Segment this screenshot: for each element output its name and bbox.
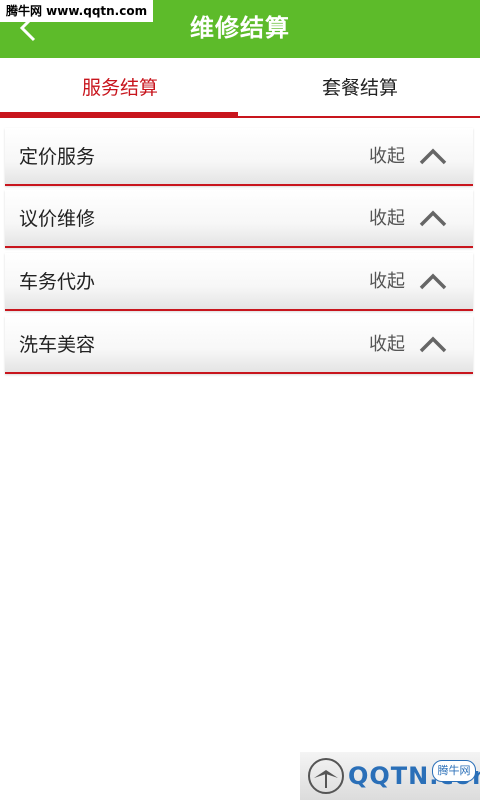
section-negotiated-repair[interactable]: 议价维修 收起 xyxy=(5,190,473,248)
collapse-toggle[interactable]: 收起 xyxy=(369,190,405,248)
active-tab-indicator xyxy=(0,112,238,118)
watermark-bottom: QQTN.com 腾牛网 xyxy=(300,752,480,800)
section-label: 洗车美容 xyxy=(19,334,96,356)
section-car-wash-beauty[interactable]: 洗车美容 收起 xyxy=(5,316,473,374)
section-fixed-price-service[interactable]: 定价服务 收起 xyxy=(5,128,473,186)
tab-bar: 服务结算 套餐结算 xyxy=(0,58,480,118)
watermark-logo-icon xyxy=(308,758,344,794)
section-label: 定价服务 xyxy=(19,146,96,168)
section-label: 议价维修 xyxy=(19,208,96,230)
collapse-toggle[interactable]: 收起 xyxy=(369,316,405,374)
collapse-toggle[interactable]: 收起 xyxy=(369,128,405,186)
tab-service-settlement[interactable]: 服务结算 xyxy=(0,58,240,116)
section-label: 车务代办 xyxy=(19,271,96,293)
chevron-up-icon[interactable] xyxy=(419,145,447,167)
tab-package-settlement[interactable]: 套餐结算 xyxy=(240,58,480,116)
watermark-badge: 腾牛网 xyxy=(432,760,476,782)
watermark-top: 腾牛网 www.qqtn.com xyxy=(0,0,154,22)
collapse-toggle[interactable]: 收起 xyxy=(369,253,405,311)
chevron-up-icon[interactable] xyxy=(419,270,447,292)
chevron-up-icon[interactable] xyxy=(419,207,447,229)
chevron-up-icon[interactable] xyxy=(419,333,447,355)
section-vehicle-affairs[interactable]: 车务代办 收起 xyxy=(5,253,473,311)
